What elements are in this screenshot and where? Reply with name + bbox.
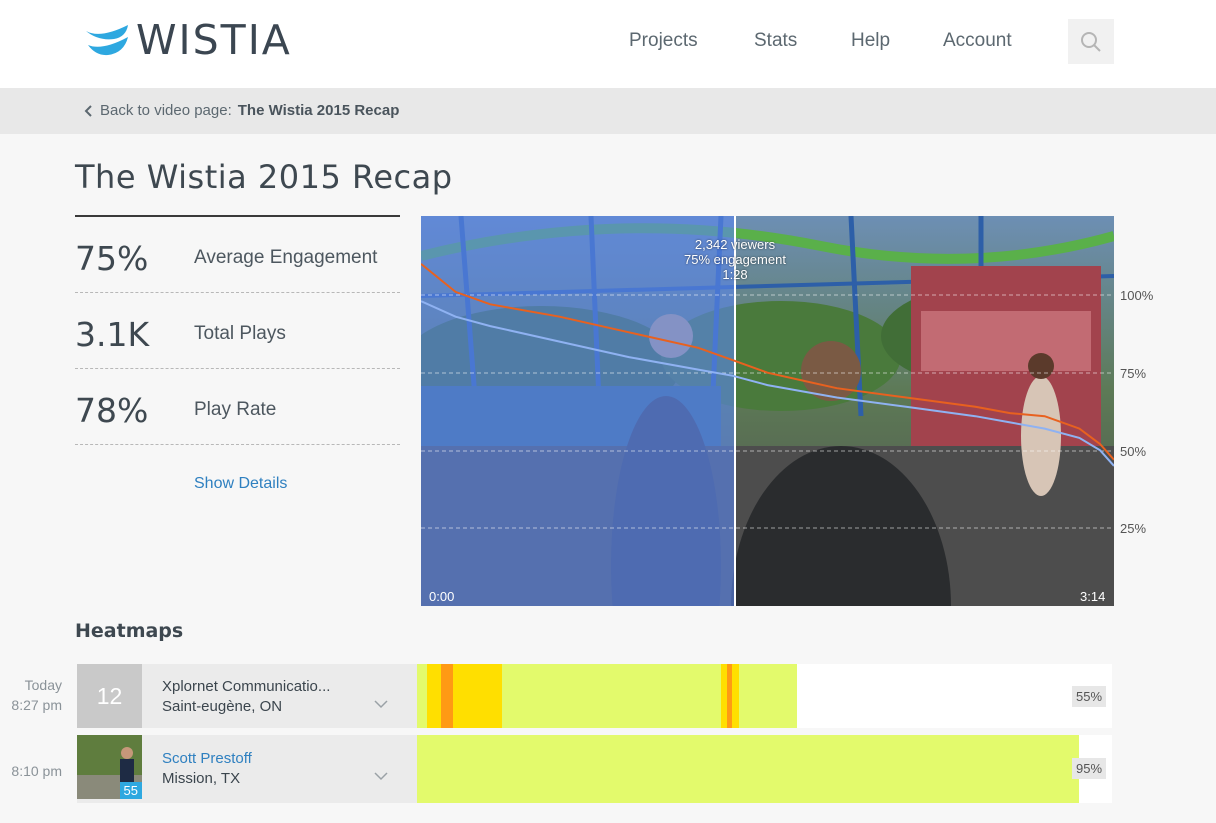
nav-projects[interactable]: Projects <box>629 30 698 52</box>
breadcrumb-bar: Back to video page: The Wistia 2015 Reca… <box>0 88 1216 134</box>
nav-account[interactable]: Account <box>943 30 1012 52</box>
stat-average-engagement: 75% Average Engagement <box>75 217 400 293</box>
top-header: WISTIA Projects Stats Help Account <box>0 0 1216 88</box>
breadcrumb-prefix: Back to video page: <box>100 102 232 119</box>
engagement-tooltip: 2,342 viewers 75% engagement 1:28 <box>650 237 820 282</box>
show-details-link[interactable]: Show Details <box>194 475 287 493</box>
heatmap-time: 8:27 pm <box>11 697 62 713</box>
stat-play-rate: 78% Play Rate <box>75 369 400 445</box>
time-start: 0:00 <box>429 589 455 604</box>
chevron-left-icon <box>84 104 92 117</box>
heatmap-time: 8:10 pm <box>11 763 62 779</box>
stat-label: Average Engagement <box>194 247 378 268</box>
stat-value: 78% <box>75 391 149 430</box>
viewer-avatar: 55 <box>77 735 142 799</box>
y-label-100: 100% <box>1120 288 1154 303</box>
viewer-location: Saint-eugène, ON <box>162 698 283 715</box>
wistia-logo-icon <box>86 25 128 56</box>
viewer-badge: 55 <box>119 782 142 799</box>
stat-label: Play Rate <box>194 399 277 420</box>
back-to-video-link[interactable]: Back to video page: The Wistia 2015 Reca… <box>84 102 399 119</box>
viewer-name: Xplornet Communicatio... <box>162 678 331 695</box>
rewatched-more-segment <box>441 664 453 728</box>
tooltip-engagement: 75% engagement <box>684 252 786 267</box>
rewatched-more-segment <box>727 664 732 728</box>
heatmap-row-2-percent: 95% <box>1072 758 1107 779</box>
search-button[interactable] <box>1068 19 1114 64</box>
heatmap-row-2-viewer[interactable]: 55 Scott Prestoff Mission, TX <box>77 735 417 803</box>
heatmap-row-2-bar <box>417 735 1112 803</box>
search-icon <box>1081 31 1101 52</box>
chevron-down-icon[interactable] <box>374 772 388 781</box>
viewer-avatar-badge: 12 <box>77 664 142 728</box>
logo-wordmark: WISTIA <box>136 16 292 64</box>
heatmap-row-1-bar <box>417 664 1112 728</box>
breadcrumb-video-name: The Wistia 2015 Recap <box>237 102 400 119</box>
heatmap-row-1-timestamp: Today 8:27 pm <box>0 675 62 715</box>
heatmap-row-1-viewer[interactable]: 12 Xplornet Communicatio... Saint-eugène… <box>77 664 417 728</box>
watched-segment <box>417 735 1079 803</box>
viewer-location: Mission, TX <box>162 770 241 787</box>
nav-help[interactable]: Help <box>851 30 890 52</box>
rewatched-segment <box>427 664 502 728</box>
viewer-name-link[interactable]: Scott Prestoff <box>162 750 252 767</box>
stat-value: 3.1K <box>75 315 150 354</box>
wistia-logo[interactable]: WISTIA <box>86 16 292 64</box>
page-title: The Wistia 2015 Recap <box>75 158 453 196</box>
tooltip-viewers: 2,342 viewers <box>694 237 776 252</box>
nav-stats[interactable]: Stats <box>754 30 797 52</box>
stat-total-plays: 3.1K Total Plays <box>75 293 400 369</box>
time-end: 3:14 <box>1080 589 1106 604</box>
stat-value: 75% <box>75 239 149 278</box>
y-label-25: 25% <box>1120 521 1147 536</box>
heatmap-row-2-timestamp: 8:10 pm <box>0 761 62 781</box>
y-label-75: 75% <box>1120 366 1147 381</box>
heatmap-day: Today <box>24 677 62 693</box>
tooltip-time: 1:28 <box>722 267 748 282</box>
y-label-50: 50% <box>1120 444 1147 459</box>
stat-label: Total Plays <box>194 323 286 344</box>
heatmap-row-1-percent: 55% <box>1072 686 1107 707</box>
chevron-down-icon[interactable] <box>374 700 388 709</box>
heatmaps-title: Heatmaps <box>75 620 184 642</box>
